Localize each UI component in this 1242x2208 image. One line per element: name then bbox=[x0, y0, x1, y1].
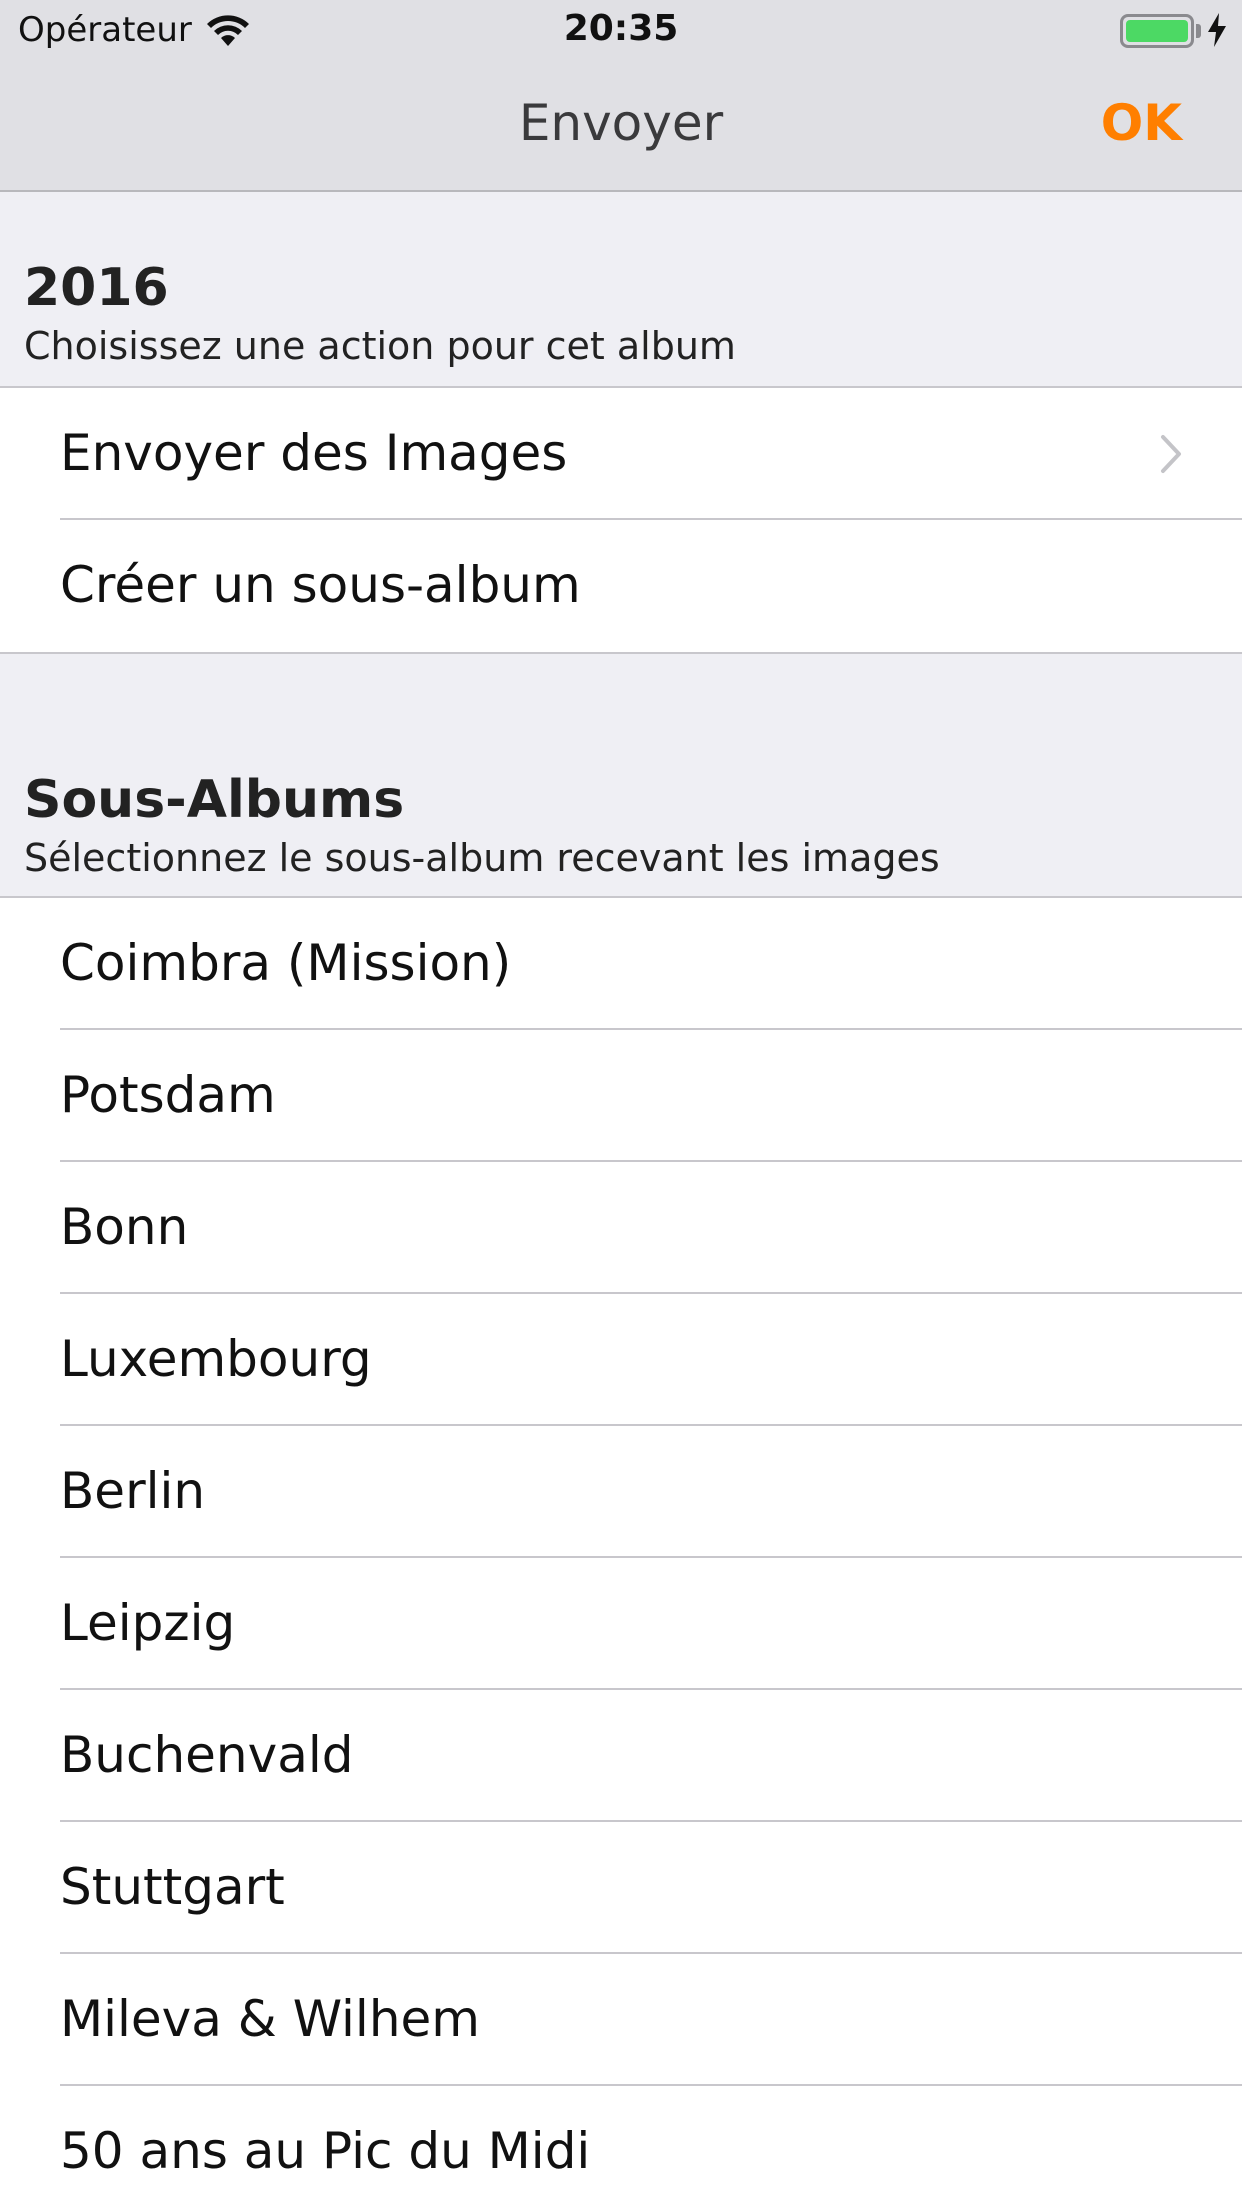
subalbum-label: Mileva & Wilhem bbox=[60, 1990, 480, 2048]
navigation-bar: Envoyer OK bbox=[0, 62, 1242, 192]
status-bar: Opérateur 20:35 bbox=[0, 0, 1242, 62]
actions-section-header: 2016 Choisissez une action pour cet albu… bbox=[0, 192, 1242, 388]
actions-list: Envoyer des Images Créer un sous-album bbox=[0, 386, 1242, 654]
actions-section-title: 2016 bbox=[24, 258, 169, 318]
subalbum-label: Leipzig bbox=[60, 1594, 236, 1652]
list-item[interactable]: Stuttgart bbox=[0, 1822, 1242, 1954]
subalbum-label: Potsdam bbox=[60, 1066, 276, 1124]
chevron-right-icon bbox=[1161, 435, 1181, 473]
ok-button[interactable]: OK bbox=[1101, 94, 1182, 152]
create-subalbum-label: Créer un sous-album bbox=[60, 556, 581, 614]
create-subalbum-row[interactable]: Créer un sous-album bbox=[0, 520, 1242, 652]
list-item[interactable]: Buchenvald bbox=[0, 1690, 1242, 1822]
battery-cap bbox=[1196, 24, 1201, 38]
subalbums-section-header: Sous-Albums Sélectionnez le sous-album r… bbox=[0, 652, 1242, 900]
list-item[interactable]: Mileva & Wilhem bbox=[0, 1954, 1242, 2086]
subalbum-label: Bonn bbox=[60, 1198, 189, 1256]
list-item[interactable]: Potsdam bbox=[0, 1030, 1242, 1162]
upload-images-label: Envoyer des Images bbox=[60, 424, 568, 482]
battery-icon bbox=[1120, 14, 1194, 48]
upload-images-row[interactable]: Envoyer des Images bbox=[0, 388, 1242, 520]
subalbum-label: Coimbra (Mission) bbox=[60, 934, 512, 992]
subalbums-section-title: Sous-Albums bbox=[24, 770, 405, 830]
charging-bolt-icon bbox=[1208, 13, 1226, 47]
subalbums-section-subtitle: Sélectionnez le sous-album recevant les … bbox=[24, 836, 940, 880]
list-item[interactable]: Leipzig bbox=[0, 1558, 1242, 1690]
battery-level bbox=[1126, 20, 1188, 42]
list-item[interactable]: Luxembourg bbox=[0, 1294, 1242, 1426]
clock: 20:35 bbox=[563, 8, 679, 49]
page-title: Envoyer bbox=[518, 94, 724, 152]
subalbums-list: Coimbra (Mission) Potsdam Bonn Luxembour… bbox=[0, 896, 1242, 2208]
subalbum-label: Buchenvald bbox=[60, 1726, 354, 1784]
subalbum-label: Stuttgart bbox=[60, 1858, 285, 1916]
list-item[interactable]: Coimbra (Mission) bbox=[0, 898, 1242, 1030]
actions-section-subtitle: Choisissez une action pour cet album bbox=[24, 324, 736, 368]
subalbum-label: Luxembourg bbox=[60, 1330, 372, 1388]
subalbum-label: 50 ans au Pic du Midi bbox=[60, 2122, 591, 2180]
subalbum-label: Berlin bbox=[60, 1462, 206, 1520]
list-item[interactable]: 50 ans au Pic du Midi bbox=[0, 2086, 1242, 2208]
list-item[interactable]: Bonn bbox=[0, 1162, 1242, 1294]
list-item[interactable]: Berlin bbox=[0, 1426, 1242, 1558]
